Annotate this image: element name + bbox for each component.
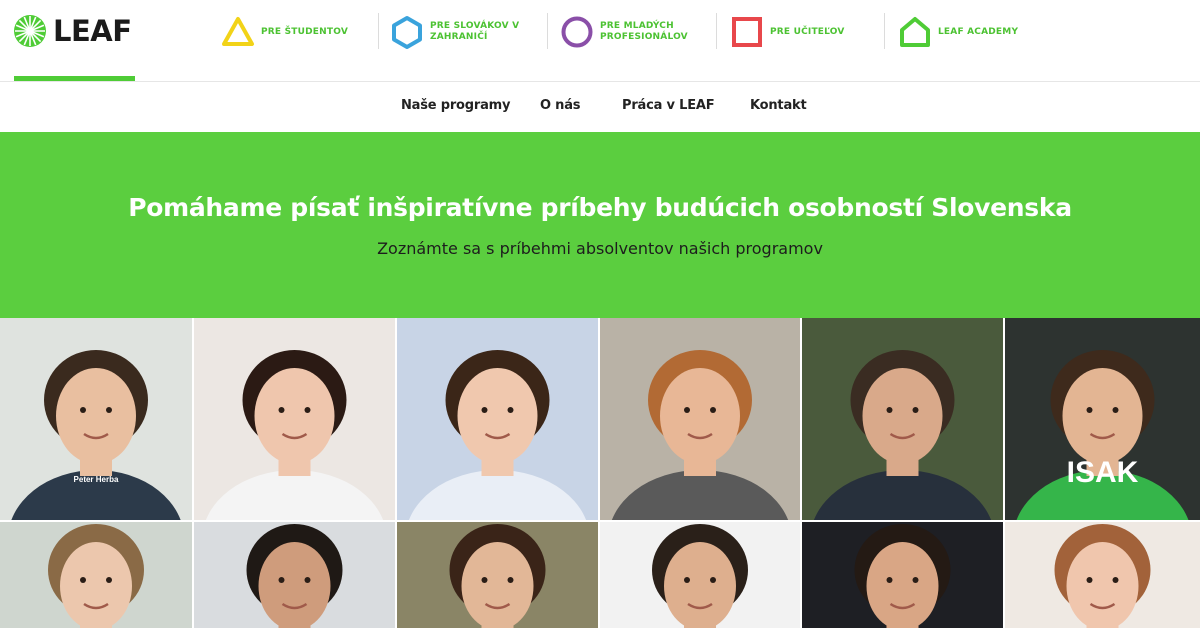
alumni-photo[interactable] <box>1005 522 1200 628</box>
alumni-photo[interactable]: Peter Herba <box>0 318 192 520</box>
segment-leaf-academy[interactable]: LEAF ACADEMY <box>898 13 1018 51</box>
hero-title: Pomáhame písať inšpiratívne príbehy budú… <box>128 193 1072 222</box>
portrait-image <box>397 522 598 628</box>
nav-item-about[interactable]: O nás <box>540 98 581 113</box>
segment-label: LEAF ACADEMY <box>938 26 1019 37</box>
triangle-icon <box>222 17 254 46</box>
portrait-image <box>802 522 1003 628</box>
segment-label: PRE MLADÝCH PROFESIONÁLOV <box>600 21 688 42</box>
segment-label: PRE ŠTUDENTOV <box>261 26 349 37</box>
alumni-photo[interactable] <box>397 522 598 628</box>
alumni-photo-grid: Peter Herba ISAK <box>0 318 1200 628</box>
portrait-image <box>0 522 192 628</box>
portrait-image <box>802 318 1003 520</box>
leaf-logo-icon <box>14 15 46 47</box>
nav-item-programs[interactable]: Naše programy <box>401 98 510 113</box>
square-icon <box>732 17 762 47</box>
alumni-photo[interactable] <box>397 318 598 520</box>
divider <box>716 13 717 49</box>
alumni-photo[interactable] <box>0 522 192 628</box>
divider <box>547 13 548 49</box>
segment-label: PRE UČITEĽOV <box>770 26 845 37</box>
segment-students[interactable]: PRE ŠTUDENTOV <box>221 13 348 51</box>
alumni-photo[interactable] <box>802 522 1003 628</box>
photo-overlay-text: ISAK <box>1067 456 1139 489</box>
main-nav: Naše programy O nás Práca v LEAF Kontakt <box>0 82 1200 132</box>
hexagon-icon <box>392 16 422 49</box>
alumni-photo[interactable] <box>194 522 395 628</box>
portrait-image <box>194 318 395 520</box>
house-icon <box>900 17 930 47</box>
portrait-image <box>600 318 800 520</box>
hero-banner: Pomáhame písať inšpiratívne príbehy budú… <box>0 132 1200 318</box>
logo-wordmark: LEAF <box>53 14 132 48</box>
divider <box>884 13 885 49</box>
portrait-image <box>600 522 800 628</box>
portrait-image: ISAK <box>1005 318 1200 520</box>
nav-item-careers[interactable]: Práca v LEAF <box>622 98 715 113</box>
portrait-image <box>397 318 598 520</box>
active-indicator <box>14 76 135 81</box>
segment-young-professionals[interactable]: PRE MLADÝCH PROFESIONÁLOV <box>560 13 688 51</box>
photo-overlay-text: Peter Herba <box>74 475 119 484</box>
alumni-photo[interactable] <box>194 318 395 520</box>
circle-icon <box>561 16 593 48</box>
divider <box>378 13 379 49</box>
portrait-image: Peter Herba <box>0 318 192 520</box>
portrait-image <box>1005 522 1200 628</box>
portrait-image <box>194 522 395 628</box>
nav-item-contact[interactable]: Kontakt <box>750 98 807 113</box>
segment-abroad[interactable]: PRE SLOVÁKOV V ZAHRANIČÍ <box>390 13 519 51</box>
top-header: LEAF PRE ŠTUDENTOV PRE SLOVÁKOV V ZAHRAN… <box>0 0 1200 82</box>
alumni-photo[interactable] <box>600 522 800 628</box>
alumni-photo[interactable] <box>802 318 1003 520</box>
alumni-photo[interactable]: ISAK <box>1005 318 1200 520</box>
segment-label: PRE SLOVÁKOV V ZAHRANIČÍ <box>430 21 520 42</box>
hero-subtitle: Zoznámte sa s príbehmi absolventov našic… <box>377 239 823 258</box>
alumni-photo[interactable] <box>600 318 800 520</box>
leaf-logo[interactable]: LEAF <box>13 13 132 49</box>
segment-teachers[interactable]: PRE UČITEĽOV <box>730 13 845 51</box>
